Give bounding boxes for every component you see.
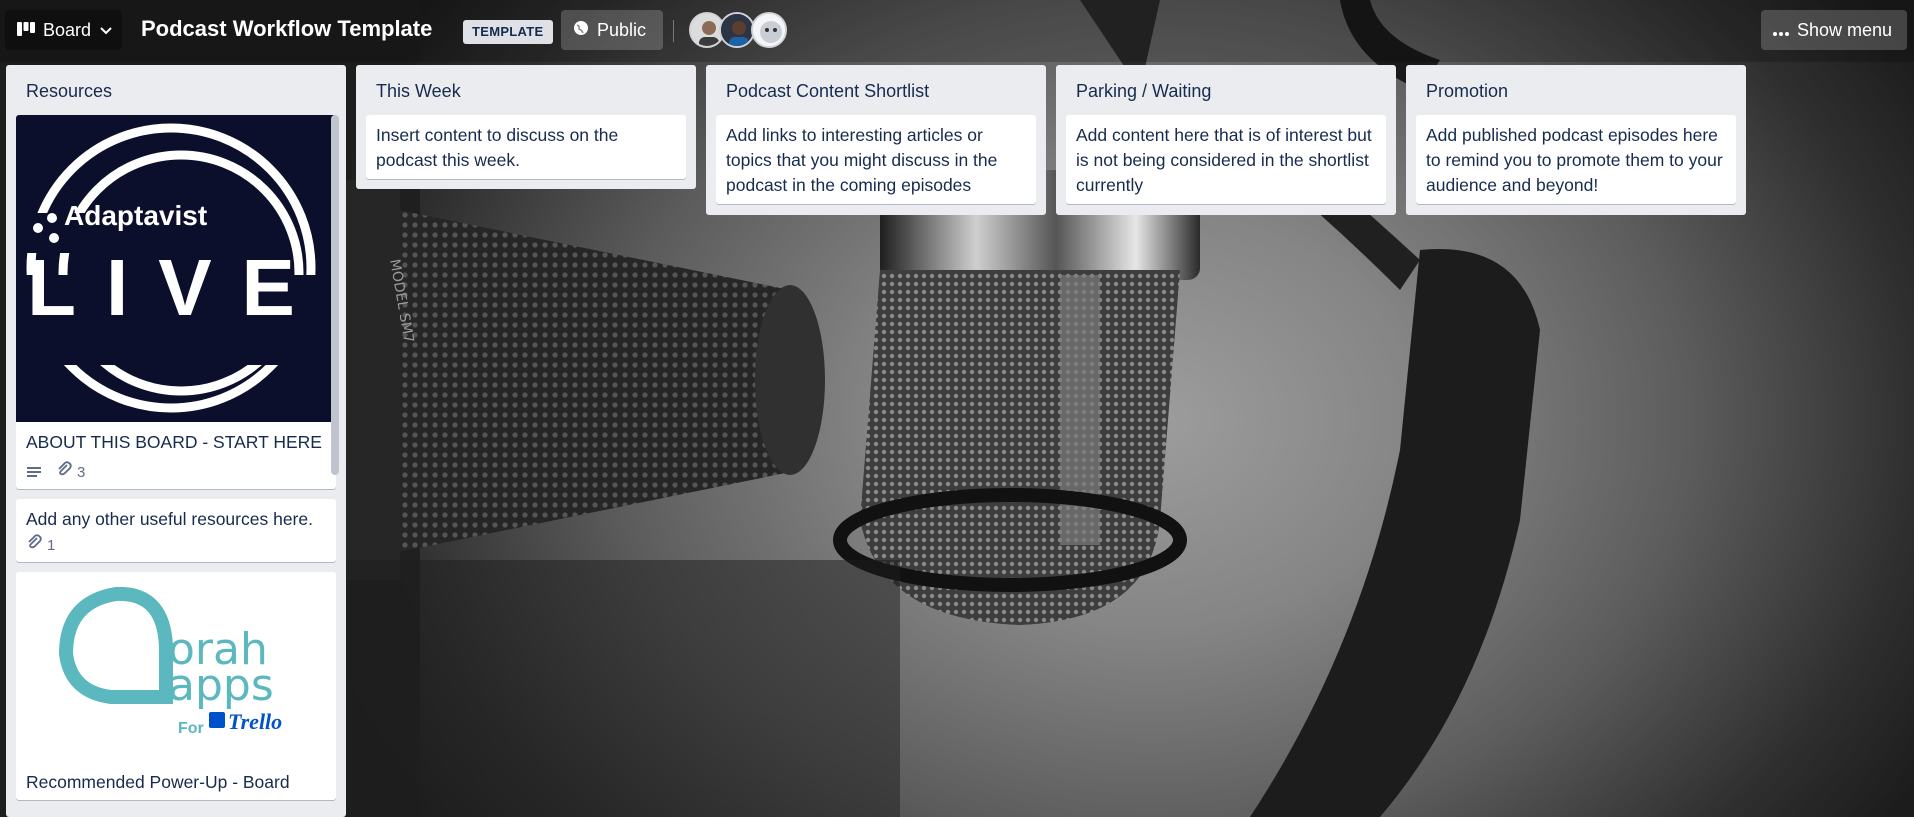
header-divider bbox=[673, 20, 674, 42]
attachment-count: 3 bbox=[77, 463, 86, 481]
card-parking[interactable]: Add content here that is of interest but… bbox=[1066, 115, 1386, 204]
member-avatar[interactable] bbox=[719, 12, 755, 48]
list-parking-waiting[interactable]: Parking / Waiting Add content here that … bbox=[1056, 65, 1396, 215]
attachment-count: 1 bbox=[47, 536, 56, 554]
for-text: For bbox=[178, 720, 204, 737]
list-resources[interactable]: Resources Adaptavist LIVE ABOUT THIS BOA… bbox=[6, 65, 346, 817]
more-icon bbox=[1773, 20, 1789, 41]
card-this-week[interactable]: Insert content to discuss on the podcast… bbox=[366, 115, 686, 179]
card-title: Insert content to discuss on the podcast… bbox=[376, 125, 619, 170]
trello-icon bbox=[209, 712, 225, 728]
paperclip-icon bbox=[26, 533, 42, 558]
attachment-badge: 1 bbox=[26, 533, 55, 558]
card-title: Add published podcast episodes here to r… bbox=[1426, 125, 1723, 195]
board-view-label: Board bbox=[43, 19, 92, 40]
card-cover-adaptavist: Adaptavist LIVE bbox=[16, 115, 336, 422]
list-promotion[interactable]: Promotion Add published podcast episodes… bbox=[1406, 65, 1746, 215]
card-title: Add content here that is of interest but… bbox=[1076, 125, 1372, 195]
adaptavist-brand-text: Adaptavist bbox=[64, 200, 208, 231]
card-recommended-powerup[interactable]: orah apps For Trello Recommended Power-U… bbox=[16, 572, 336, 800]
show-menu-label: Show menu bbox=[1797, 19, 1893, 40]
board-icon bbox=[17, 20, 35, 41]
list-this-week[interactable]: This Week Insert content to discuss on t… bbox=[356, 65, 696, 189]
list-title[interactable]: This Week bbox=[356, 65, 696, 115]
card-shortlist[interactable]: Add links to interesting articles or top… bbox=[716, 115, 1036, 204]
paperclip-icon bbox=[56, 460, 72, 485]
description-icon bbox=[26, 465, 42, 479]
trello-text: Trello bbox=[228, 709, 283, 734]
list-title[interactable]: Podcast Content Shortlist bbox=[706, 65, 1046, 115]
apps-text: apps bbox=[168, 660, 274, 711]
globe-icon bbox=[573, 20, 589, 41]
show-menu-button[interactable]: Show menu bbox=[1761, 10, 1907, 50]
card-title: Recommended Power-Up - Board Bows for Tr… bbox=[26, 772, 290, 800]
attachment-badge: 3 bbox=[56, 460, 85, 485]
card-about-board[interactable]: Adaptavist LIVE ABOUT THIS BOARD - START… bbox=[16, 115, 336, 489]
board-view-switcher[interactable]: Board bbox=[5, 10, 122, 50]
list-title[interactable]: Resources bbox=[6, 65, 346, 115]
member-avatar[interactable] bbox=[751, 12, 787, 48]
board-header: Board Podcast Workflow Template TEMPLATE… bbox=[0, 0, 1914, 62]
card-title: Add links to interesting articles or top… bbox=[726, 125, 998, 195]
chevron-down-icon bbox=[99, 20, 113, 41]
visibility-button[interactable]: Public bbox=[561, 10, 663, 50]
card-useful-resources[interactable]: Add any other useful resources here. 1 bbox=[16, 499, 336, 562]
list-title[interactable]: Parking / Waiting bbox=[1056, 65, 1396, 115]
list-scrollbar[interactable] bbox=[331, 115, 339, 475]
live-text: LIVE bbox=[27, 243, 325, 332]
list-content-shortlist[interactable]: Podcast Content Shortlist Add links to i… bbox=[706, 65, 1046, 215]
template-badge: TEMPLATE bbox=[463, 20, 553, 44]
card-cover-orah: orah apps For Trello bbox=[16, 572, 336, 762]
card-title: ABOUT THIS BOARD - START HERE bbox=[26, 432, 322, 452]
card-promotion[interactable]: Add published podcast episodes here to r… bbox=[1416, 115, 1736, 204]
card-title: Add any other useful resources here. bbox=[26, 509, 313, 529]
board-title[interactable]: Podcast Workflow Template bbox=[141, 16, 432, 42]
list-title[interactable]: Promotion bbox=[1406, 65, 1746, 115]
visibility-label: Public bbox=[597, 19, 647, 40]
